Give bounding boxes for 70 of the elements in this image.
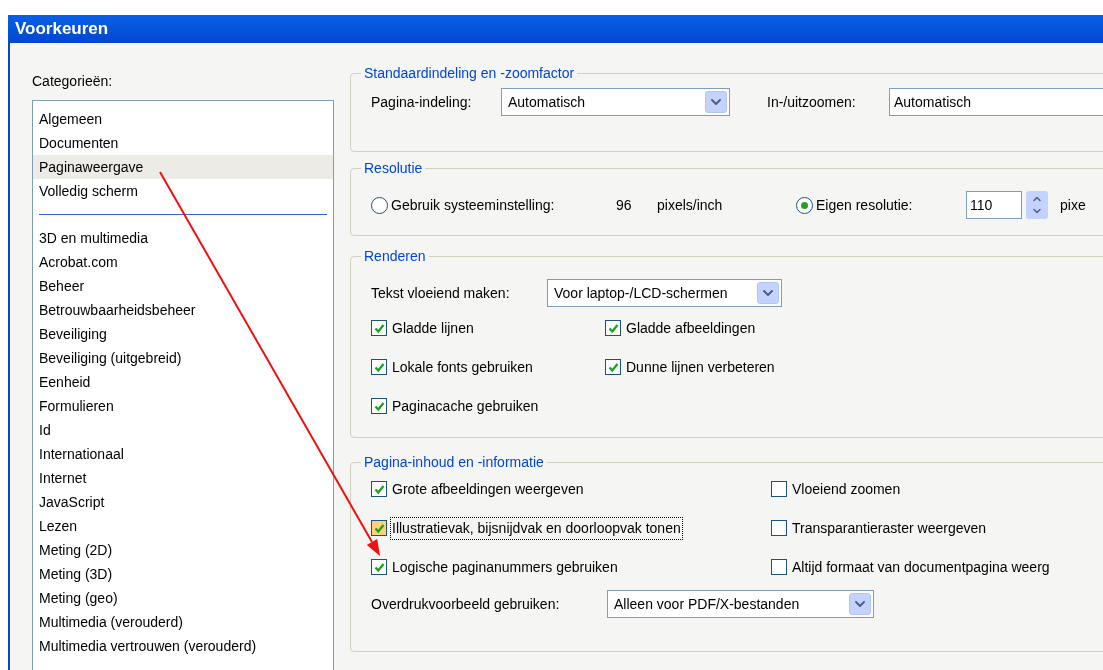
chevron-down-icon [849, 593, 871, 615]
category-item[interactable]: Lezen [33, 514, 333, 538]
category-item[interactable]: Id [33, 418, 333, 442]
checkbox[interactable] [771, 559, 787, 575]
checkbox[interactable] [371, 320, 387, 336]
group-title: Pagina-inhoud en -informatie [363, 453, 545, 472]
field-label: Tekst vloeiend maken: [371, 283, 511, 303]
window-title: Voorkeuren [15, 18, 109, 41]
checkbox-label: Vloeiend zoomen [791, 479, 902, 499]
checkbox[interactable] [605, 359, 621, 375]
resolution-value: 96 [616, 195, 633, 215]
category-item[interactable]: Beveiliging (uitgebreid) [33, 346, 333, 370]
radio-label: Gebruik systeeminstelling: [391, 195, 555, 215]
field-label: Overdrukvoorbeeld gebruiken: [371, 594, 561, 614]
category-item[interactable]: Volledig scherm [33, 179, 333, 203]
checkbox[interactable] [371, 520, 387, 536]
radio-button[interactable] [796, 196, 813, 214]
category-item[interactable]: Internationaal [33, 442, 333, 466]
unit-label: pixe [1060, 195, 1086, 215]
checkbox[interactable] [371, 359, 387, 375]
dropdown[interactable]: Alleen voor PDF/X-bestanden [607, 590, 874, 618]
categories-label: Categorieën: [32, 72, 114, 91]
category-item[interactable]: Meting (geo) [33, 586, 333, 610]
spinner[interactable] [1026, 191, 1048, 219]
category-item[interactable]: 3D en multimedia [33, 226, 333, 250]
checkbox[interactable] [371, 481, 387, 497]
group-title: Resolutie [363, 159, 424, 178]
category-item[interactable]: Multimedia vertrouwen (verouderd) [33, 634, 333, 658]
category-item[interactable]: JavaScript [33, 490, 333, 514]
checkbox-label: Altijd formaat van documentpagina weerg [791, 557, 1051, 577]
checkbox-label: Gladde lijnen [391, 318, 475, 338]
chevron-down-icon [757, 282, 779, 304]
field-label: Pagina-indeling: [371, 92, 473, 112]
checkbox-label: Lokale fonts gebruiken [391, 357, 534, 377]
checkbox-label: Gladde afbeeldingen [625, 318, 757, 338]
checkbox[interactable] [371, 398, 387, 414]
checkbox[interactable] [605, 320, 621, 336]
checkbox-label: Illustratievak, bijsnijdvak en doorloopvak tonen [391, 517, 682, 539]
category-item[interactable]: Internet [33, 466, 333, 490]
unit-label: pixels/inch [657, 195, 724, 215]
checkbox-label: Logische paginanummers gebruiken [391, 557, 619, 577]
group-title: Renderen [363, 247, 427, 266]
checkbox-label: Paginacache gebruiken [391, 396, 540, 416]
dropdown[interactable]: Automatisch [501, 88, 730, 116]
category-item[interactable]: Algemeen [33, 107, 333, 131]
checkbox-label: Dunne lijnen verbeteren [625, 357, 776, 377]
category-item[interactable]: Meting (3D) [33, 562, 333, 586]
dropdown[interactable]: Voor laptop-/LCD-schermen [547, 279, 782, 307]
chevron-down-icon [705, 91, 727, 113]
category-item[interactable]: Betrouwbaarheidsbeheer [33, 298, 333, 322]
category-item[interactable]: Formulieren [33, 394, 333, 418]
checkbox[interactable] [371, 559, 387, 575]
category-item[interactable]: Eenheid [33, 370, 333, 394]
checkbox-label: Grote afbeeldingen weergeven [391, 479, 585, 499]
radio-button[interactable] [371, 196, 388, 214]
category-item[interactable]: Acrobat.com [33, 250, 333, 274]
category-item[interactable]: Beheer [33, 274, 333, 298]
zoom-field[interactable]: Automatisch [889, 88, 1103, 116]
category-item[interactable]: Multimedia (verouderd) [33, 610, 333, 634]
radio-label: Eigen resolutie: [816, 195, 913, 215]
checkbox[interactable] [771, 481, 787, 497]
resolution-field[interactable]: 110 [966, 191, 1022, 219]
checkbox-label: Transparantieraster weergeven [791, 518, 988, 538]
category-item[interactable]: Beveiliging [33, 322, 333, 346]
checkbox[interactable] [771, 520, 787, 536]
category-item[interactable]: Documenten [33, 131, 333, 155]
category-item[interactable]: Paginaweergave [33, 155, 333, 179]
group-title: Standaardindeling en -zoomfactor [363, 64, 576, 83]
category-item[interactable]: Meting (2D) [33, 538, 333, 562]
field-label: In-/uitzoomen: [767, 92, 857, 112]
